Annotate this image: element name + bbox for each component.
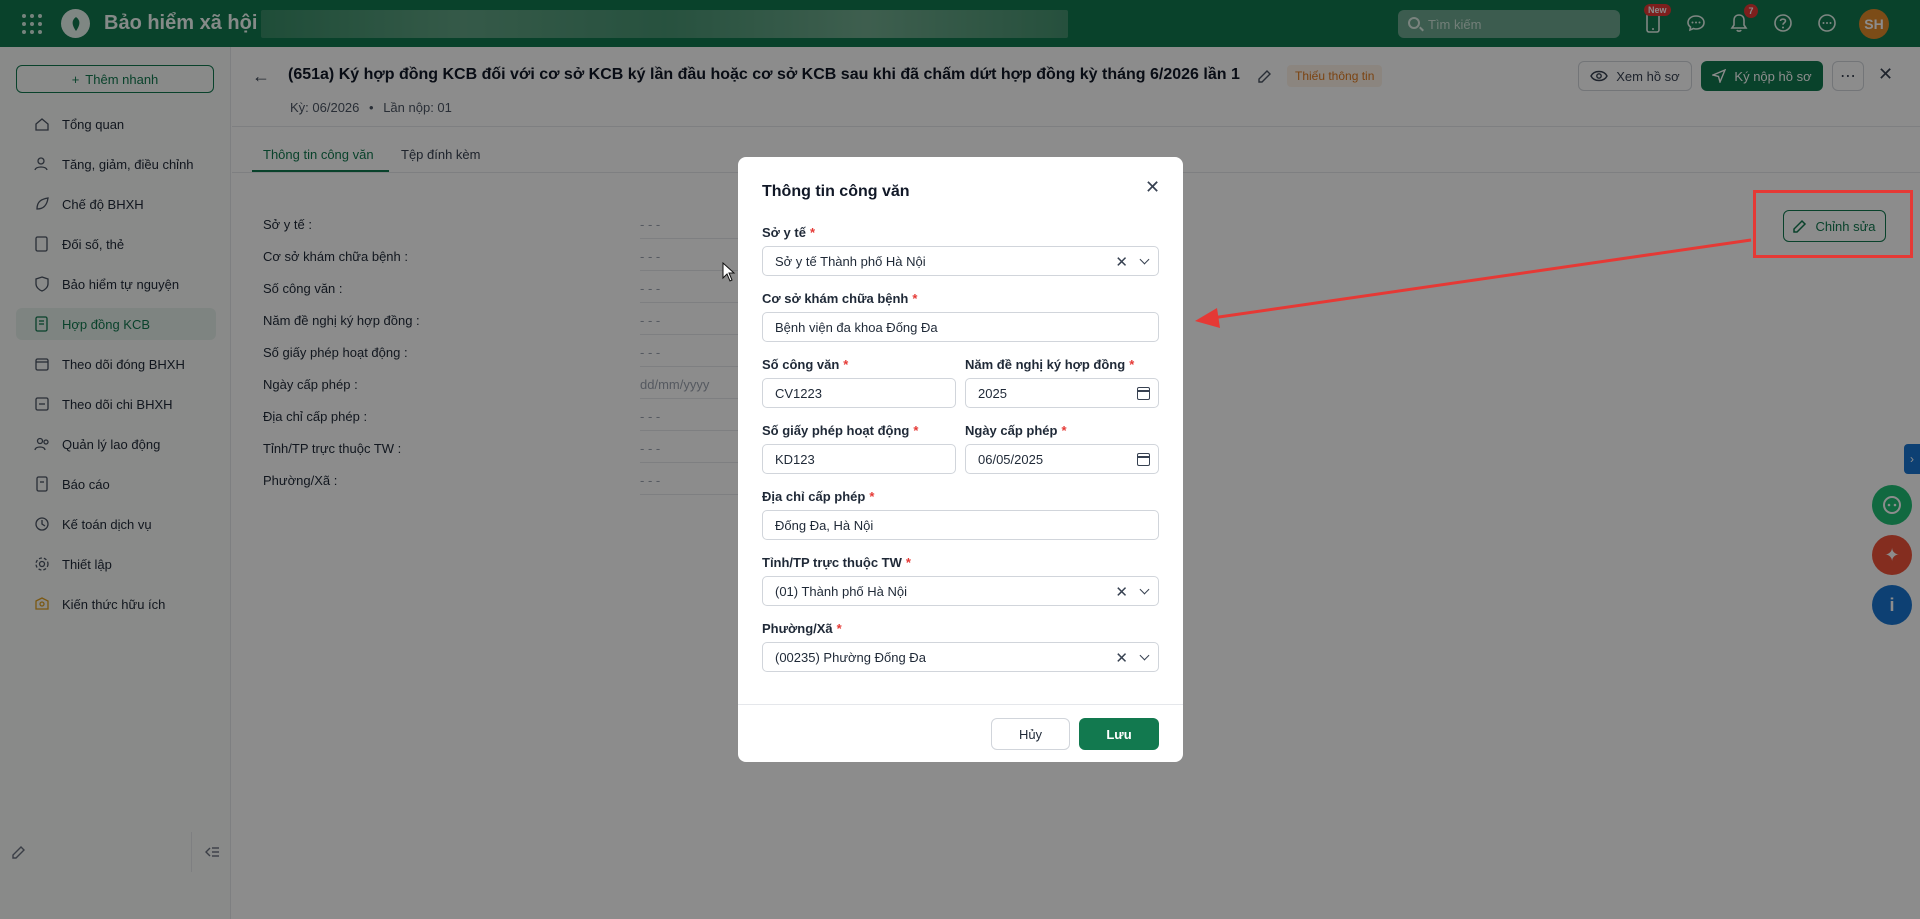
- license-address-label-text: Địa chỉ cấp phép: [762, 489, 866, 504]
- calendar-icon[interactable]: [1137, 453, 1150, 466]
- clear-icon[interactable]: ✕: [1115, 253, 1128, 271]
- ward-value: (00235) Phường Đống Đa: [775, 649, 926, 665]
- health-dept-label: Sở y tế *: [762, 225, 815, 240]
- province-select[interactable]: (01) Thành phố Hà Nội ✕: [762, 576, 1159, 606]
- modal-footer-divider: [738, 704, 1183, 705]
- facility-label: Cơ sở khám chữa bệnh *: [762, 291, 917, 306]
- license-date-input[interactable]: 06/05/2025: [965, 444, 1159, 474]
- ward-label-text: Phường/Xã: [762, 621, 833, 636]
- license-address-value: Đống Đa, Hà Nội: [775, 517, 874, 533]
- annotation-highlight-box: [1753, 190, 1913, 258]
- health-dept-label-text: Sở y tế: [762, 225, 806, 240]
- license-number-value: KD123: [775, 451, 815, 467]
- contract-year-value: 2025: [978, 385, 1007, 401]
- required-mark: *: [836, 621, 842, 636]
- required-mark: *: [843, 357, 849, 372]
- chevron-down-icon[interactable]: [1139, 650, 1150, 661]
- license-number-label-text: Số giấy phép hoạt động: [762, 423, 910, 438]
- document-info-modal: Thông tin công văn ✕ Sở y tế * Sở y tế Th…: [738, 157, 1183, 762]
- mouse-cursor-icon: [722, 262, 736, 282]
- province-label-text: Tỉnh/TP trực thuộc TW: [762, 555, 902, 570]
- required-mark: *: [1129, 357, 1135, 372]
- required-mark: *: [869, 489, 875, 504]
- license-address-input[interactable]: Đống Đa, Hà Nội: [762, 510, 1159, 540]
- license-number-input[interactable]: KD123: [762, 444, 956, 474]
- dispatch-number-label-text: Số công văn: [762, 357, 840, 372]
- dispatch-number-label: Số công văn *: [762, 357, 848, 372]
- ward-select[interactable]: (00235) Phường Đống Đa ✕: [762, 642, 1159, 672]
- dispatch-number-value: CV1223: [775, 385, 822, 401]
- clear-icon[interactable]: ✕: [1115, 649, 1128, 667]
- required-mark: *: [905, 555, 911, 570]
- province-value: (01) Thành phố Hà Nội: [775, 583, 908, 599]
- modal-close-icon[interactable]: ✕: [1145, 177, 1160, 198]
- facility-input[interactable]: Bệnh viện đa khoa Đống Đa: [762, 312, 1159, 342]
- contract-year-label: Năm đề nghị ký hợp đồng *: [965, 357, 1134, 372]
- ward-label: Phường/Xã *: [762, 621, 842, 636]
- required-mark: *: [809, 225, 815, 240]
- clear-icon[interactable]: ✕: [1115, 583, 1128, 601]
- required-mark: *: [1061, 423, 1067, 438]
- province-label: Tỉnh/TP trực thuộc TW *: [762, 555, 911, 570]
- dispatch-number-input[interactable]: CV1223: [762, 378, 956, 408]
- license-date-label: Ngày cấp phép *: [965, 423, 1067, 438]
- license-date-value: 06/05/2025: [978, 451, 1044, 467]
- facility-value: Bệnh viện đa khoa Đống Đa: [775, 319, 938, 335]
- facility-label-text: Cơ sở khám chữa bệnh: [762, 291, 909, 306]
- calendar-icon[interactable]: [1137, 387, 1150, 400]
- chevron-down-icon[interactable]: [1139, 584, 1150, 595]
- cancel-button[interactable]: Hủy: [991, 718, 1070, 750]
- health-dept-select[interactable]: Sở y tế Thành phố Hà Nội ✕: [762, 246, 1159, 276]
- license-number-label: Số giấy phép hoạt động *: [762, 423, 918, 438]
- chevron-down-icon[interactable]: [1139, 254, 1150, 265]
- required-mark: *: [912, 291, 918, 306]
- save-button[interactable]: Lưu: [1079, 718, 1159, 750]
- contract-year-label-text: Năm đề nghị ký hợp đồng: [965, 357, 1126, 372]
- modal-title: Thông tin công văn: [762, 183, 910, 200]
- required-mark: *: [913, 423, 919, 438]
- license-address-label: Địa chỉ cấp phép *: [762, 489, 874, 504]
- health-dept-value: Sở y tế Thành phố Hà Nội: [775, 253, 926, 269]
- license-date-label-text: Ngày cấp phép: [965, 423, 1058, 438]
- contract-year-input[interactable]: 2025: [965, 378, 1159, 408]
